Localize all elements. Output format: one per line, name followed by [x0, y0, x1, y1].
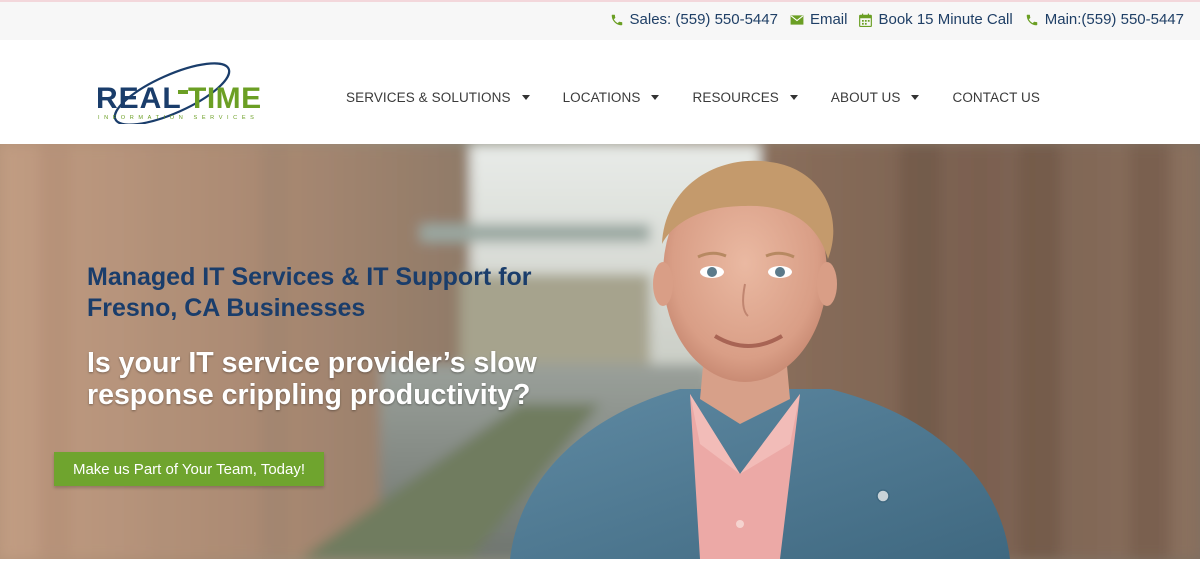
nav-item-label: CONTACT US	[952, 90, 1040, 105]
page-bottom-strip	[0, 559, 1200, 574]
hero-subheading: Is your IT service provider’s slow respo…	[87, 347, 537, 411]
hero-heading: Managed IT Services & IT Support for Fre…	[87, 263, 532, 322]
main-nav: SERVICES & SOLUTIONS LOCATIONS RESOURCES…	[346, 90, 1073, 105]
caret-down-icon	[521, 95, 530, 100]
sales-phone-link[interactable]: Sales: (559) 550-5447	[610, 11, 778, 28]
nav-item-label: LOCATIONS	[562, 90, 641, 105]
nav-item-resources[interactable]: RESOURCES	[692, 90, 798, 105]
nav-item-about[interactable]: ABOUT US	[831, 90, 920, 105]
realtime-logo[interactable]: REAL TIME INFORMATION SERVICES	[94, 60, 274, 126]
logo-word-time: TIME	[188, 82, 262, 115]
phone-icon	[610, 13, 624, 27]
email-link[interactable]: Email	[790, 11, 848, 28]
nav-item-services[interactable]: SERVICES & SOLUTIONS	[346, 90, 530, 105]
nav-item-label: ABOUT US	[830, 90, 901, 105]
caret-down-icon	[651, 95, 660, 100]
logo-word-real: REAL	[96, 82, 182, 115]
main-phone-label: Main:(559) 550-5447	[1044, 11, 1184, 28]
logo-tagline: INFORMATION SERVICES	[98, 115, 258, 121]
caret-down-icon	[789, 95, 798, 100]
phone-icon	[1025, 13, 1039, 27]
calendar-icon	[859, 13, 873, 27]
caret-down-icon	[911, 95, 920, 100]
nav-item-contact[interactable]: CONTACT US	[952, 90, 1040, 105]
main-phone-link[interactable]: Main:(559) 550-5447	[1025, 11, 1184, 28]
cta-button[interactable]: Make us Part of Your Team, Today!	[54, 452, 324, 486]
nav-item-label: RESOURCES	[692, 90, 779, 105]
nav-item-label: SERVICES & SOLUTIONS	[346, 90, 511, 105]
sales-phone-label: Sales: (559) 550-5447	[629, 11, 778, 28]
site-header: REAL TIME INFORMATION SERVICES SERVICES …	[0, 40, 1200, 144]
envelope-icon	[790, 14, 804, 26]
hero-banner: Managed IT Services & IT Support for Fre…	[0, 144, 1200, 559]
book-call-link[interactable]: Book 15 Minute Call	[859, 11, 1013, 28]
contact-links: Sales: (559) 550-5447 Email Book 15 Minu…	[610, 11, 1184, 28]
email-label: Email	[809, 11, 848, 28]
nav-item-locations[interactable]: LOCATIONS	[563, 90, 660, 105]
book-call-label: Book 15 Minute Call	[878, 11, 1013, 28]
contact-bar: Sales: (559) 550-5447 Email Book 15 Minu…	[0, 2, 1200, 40]
